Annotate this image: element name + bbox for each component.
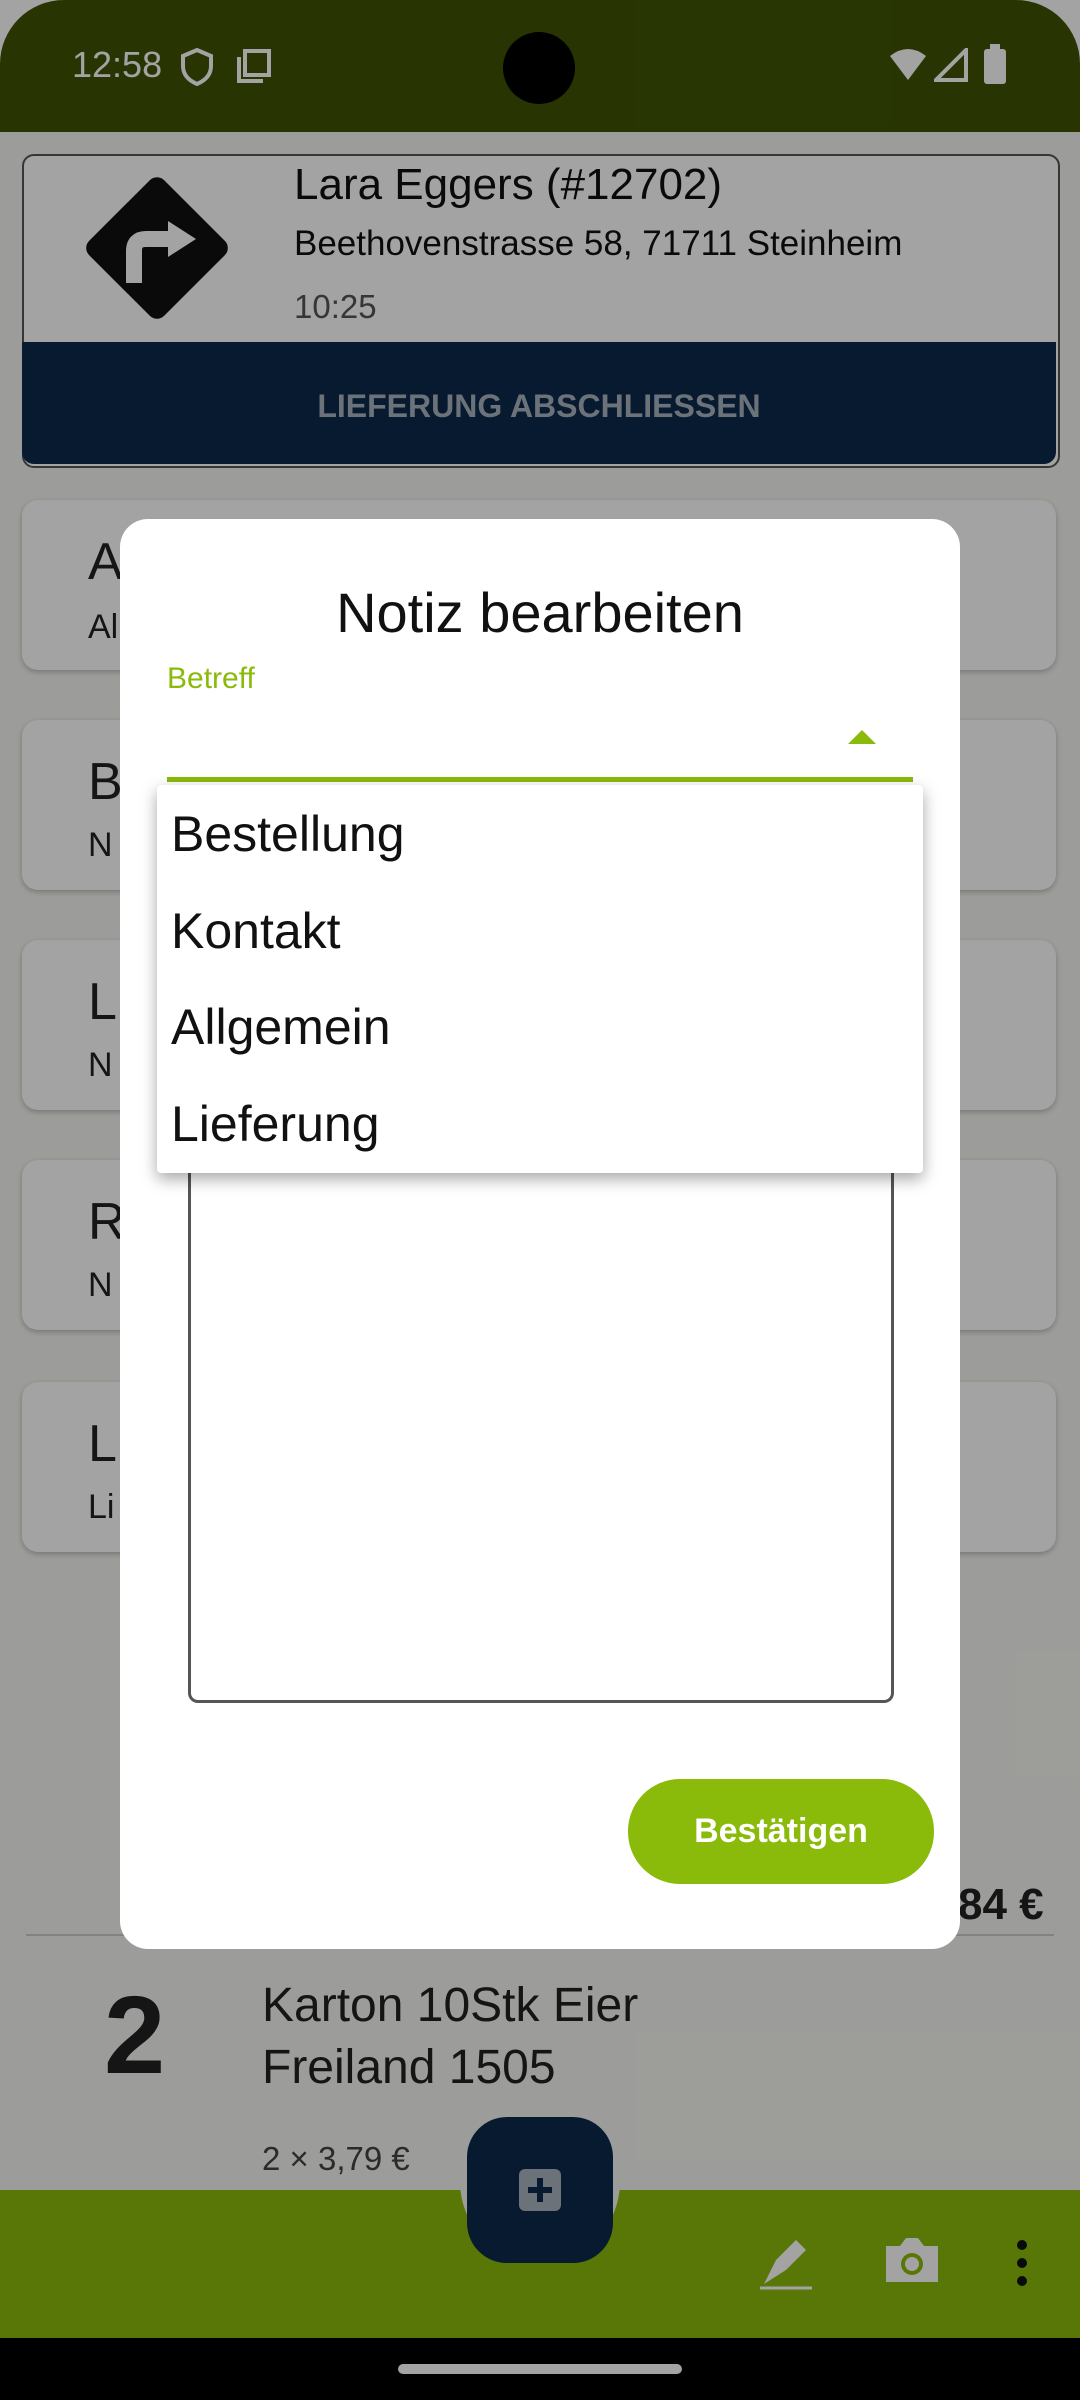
menu-item-bestellung[interactable]: Bestellung <box>171 805 405 863</box>
menu-item-lieferung[interactable]: Lieferung <box>171 1095 380 1153</box>
note-textarea[interactable] <box>188 1150 894 1703</box>
dropdown-arrow-icon[interactable] <box>848 730 876 744</box>
menu-item-kontakt[interactable]: Kontakt <box>171 902 341 960</box>
subject-underline <box>167 777 913 782</box>
dialog-title: Notiz bearbeiten <box>336 581 744 644</box>
confirm-button[interactable]: Bestätigen <box>628 1779 934 1884</box>
subject-dropdown-menu: Bestellung Kontakt Allgemein Lieferung <box>157 785 923 1173</box>
menu-item-allgemein[interactable]: Allgemein <box>171 998 391 1056</box>
subject-select[interactable] <box>167 690 913 780</box>
